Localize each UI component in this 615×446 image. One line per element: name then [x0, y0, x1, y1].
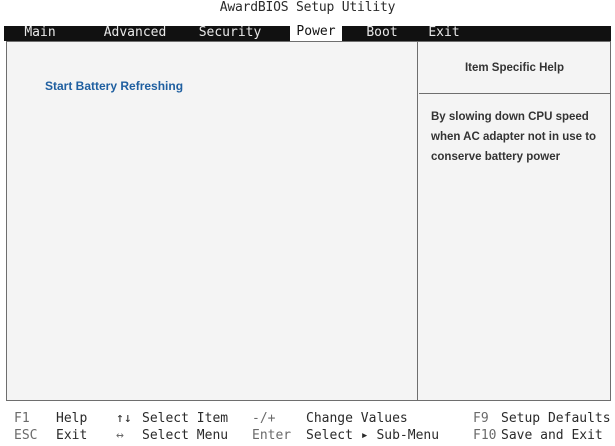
legend-desc-select-item: Select Item [142, 411, 229, 426]
menu-tab-boot[interactable]: Boot [362, 14, 402, 40]
help-header: Item Specific Help [419, 42, 610, 94]
legend-key-minus-plus: -/+ [252, 411, 276, 426]
help-text: By slowing down CPU speed when AC adapte… [431, 111, 597, 163]
legend-desc-exit: Exit [56, 428, 88, 443]
updown-arrows-icon: ↑↓ [116, 411, 132, 426]
legend-key-esc: ESC [14, 428, 38, 443]
menu-tab-exit[interactable]: Exit [424, 14, 464, 40]
legend-desc-select-submenu: Select ▸ Sub-Menu [306, 428, 440, 443]
menu-bar: Main Advanced Security Power Boot Exit [4, 15, 611, 41]
menu-tab-main[interactable]: Main [18, 14, 62, 40]
setup-frame: Start Battery Refreshing Item Specific H… [6, 41, 611, 401]
settings-pane: Start Battery Refreshing [7, 42, 418, 400]
legend-desc-save-and-exit: Save and Exit [501, 428, 603, 443]
key-legend: F1 Help ↑↓ Select Item -/+ Change Values… [6, 411, 611, 446]
menu-tab-security[interactable]: Security [197, 14, 263, 40]
help-pane: Item Specific Help By slowing down CPU s… [419, 42, 610, 400]
menu-tab-advanced[interactable]: Advanced [102, 14, 168, 40]
window-title: AwardBIOS Setup Utility [0, 0, 615, 15]
legend-desc-setup-defaults: Setup Defaults [501, 411, 611, 426]
legend-key-f9: F9 [473, 411, 489, 426]
legend-key-f1: F1 [14, 411, 30, 426]
legend-desc-select-menu: Select Menu [142, 428, 229, 443]
menu-tab-power[interactable]: Power [290, 25, 342, 41]
leftright-arrows-icon: ↔ [116, 428, 124, 443]
legend-key-enter: Enter [252, 428, 292, 443]
legend-desc-help: Help [56, 411, 88, 426]
start-battery-refreshing-item[interactable]: Start Battery Refreshing [45, 79, 183, 93]
legend-key-f10: F10 [473, 428, 497, 443]
legend-desc-change-values: Change Values [306, 411, 408, 426]
